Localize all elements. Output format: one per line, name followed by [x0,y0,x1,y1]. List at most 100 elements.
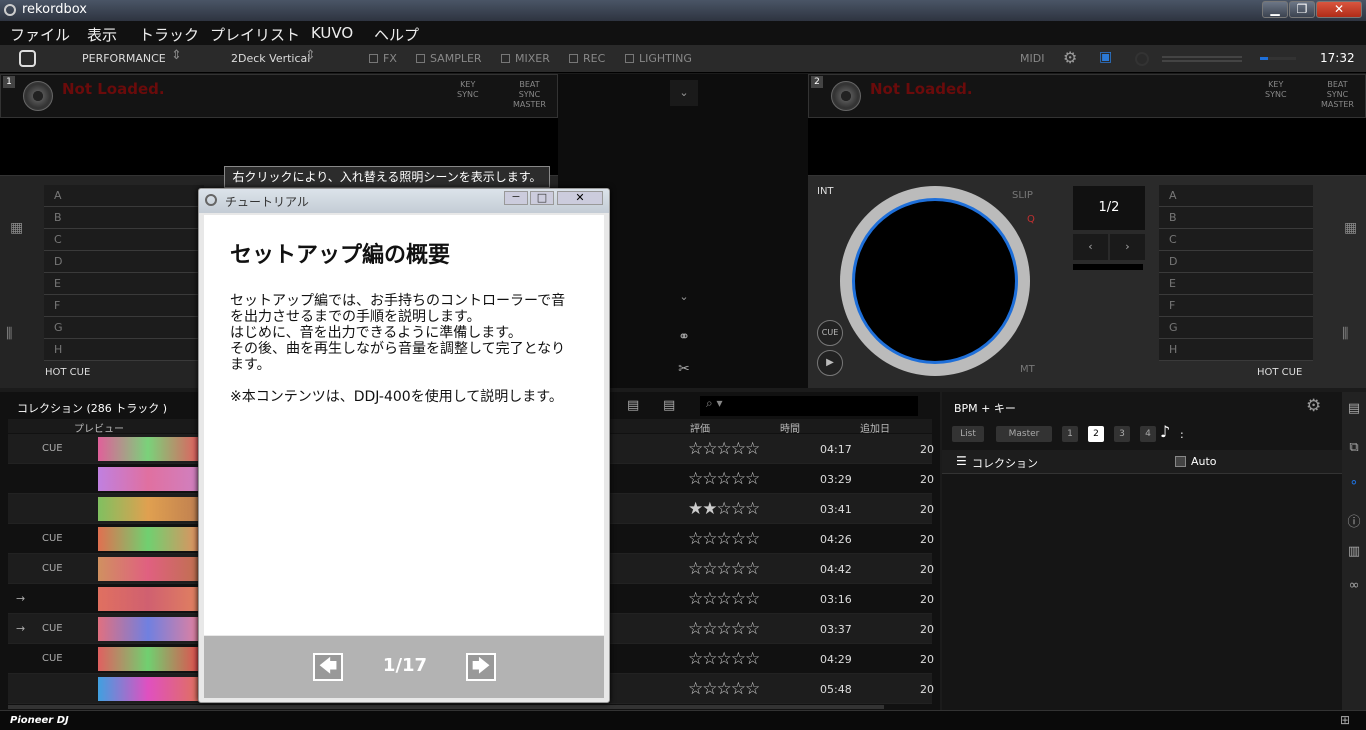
master-volume[interactable] [1260,57,1296,60]
prev-page-button[interactable]: 🡄 [313,653,343,681]
menu-help[interactable]: ヘルプ [374,24,419,45]
loop-double-button[interactable]: › [1110,234,1145,260]
deck1-beat-sync[interactable]: BEAT SYNC MASTER [513,80,546,110]
deck1-hot-cue-label[interactable]: HOT CUE [45,367,90,378]
master-button[interactable]: Master [996,426,1052,442]
rating-stars[interactable]: ☆☆☆☆☆ [688,559,760,579]
link-icon[interactable]: ∞ [1346,578,1362,593]
master-tempo-button[interactable]: MT [1020,364,1035,375]
deck-3-button[interactable]: 3 [1114,426,1130,442]
grid-icon[interactable]: ▦ [10,220,23,236]
expand-icon[interactable]: ⊞ [1340,713,1350,727]
mixer-checkbox[interactable] [501,54,510,63]
waveform-preview[interactable] [98,497,198,521]
grid-icon[interactable]: ▦ [1344,220,1357,236]
deck-1-button[interactable]: 1 [1062,426,1078,442]
menu-kuvo[interactable]: KUVO [311,24,353,42]
gear-icon[interactable]: ⚙ [1063,48,1077,67]
midi-button[interactable]: MIDI [1020,52,1044,65]
deck-4-button[interactable]: 4 [1140,426,1156,442]
view-icon[interactable]: ▤ [663,398,675,413]
hot-cue-pad[interactable]: C [44,229,204,251]
dialog-minimize-button[interactable]: − [504,191,528,205]
deck1-scroll-handle[interactable]: ⫼ [6,326,12,342]
dialog-maximize-button[interactable]: □ [530,191,554,205]
waveform-preview[interactable] [98,527,198,551]
menu-playlist[interactable]: プレイリスト [210,24,300,45]
hot-cue-pad[interactable]: B [1159,207,1313,229]
lighting-checkbox[interactable] [625,54,634,63]
rec-checkbox[interactable] [569,54,578,63]
hot-cue-pad[interactable]: F [44,295,204,317]
scissors-icon[interactable]: ✂ [670,356,698,382]
auto-checkbox[interactable] [1175,456,1186,467]
menu-track[interactable]: トラック [139,24,199,45]
waveform-preview[interactable] [98,437,198,461]
chevron-down-icon[interactable]: ⌄ [670,284,698,310]
hot-cue-pad[interactable]: A [44,185,204,207]
deck-2-button[interactable]: 2 [1088,426,1104,442]
rating-stars[interactable]: ☆☆☆☆☆ [688,589,760,609]
col-time[interactable]: 時間 [780,420,800,435]
monitor-icon[interactable]: ▣ [1099,49,1112,65]
sampler-checkbox[interactable] [416,54,425,63]
rating-stars[interactable]: ☆☆☆☆☆ [688,619,760,639]
tag-icon[interactable]: ⧉ [1346,440,1362,455]
columns-icon[interactable]: ▤ [627,398,639,413]
col-added[interactable]: 追加日 [860,420,890,435]
list-view-icon[interactable]: ▤ [1346,401,1362,416]
deck2-waveform[interactable] [808,118,1366,176]
rating-stars[interactable]: ☆☆☆☆☆ [688,439,760,459]
playlist-icon[interactable]: ▥ [1346,544,1362,559]
hot-cue-pad[interactable]: E [1159,273,1313,295]
minimize-button[interactable]: ▁ [1262,1,1288,18]
hot-cue-pad[interactable]: E [44,273,204,295]
maximize-button[interactable]: ❐ [1289,1,1315,18]
hot-cue-pad[interactable]: D [44,251,204,273]
next-page-button[interactable]: 🡆 [466,653,496,681]
deck2-key-sync[interactable]: KEY SYNC [1265,80,1287,100]
deck2-beat-sync[interactable]: BEAT SYNC MASTER [1321,80,1354,110]
hot-cue-pad[interactable]: B [44,207,204,229]
hot-cue-pad[interactable]: G [44,317,204,339]
rating-stars[interactable]: ☆☆☆☆☆ [688,679,760,699]
menu-file[interactable]: ファイル [10,24,70,45]
list-button[interactable]: List [952,426,984,442]
rating-stars[interactable]: ☆☆☆☆☆ [688,469,760,489]
hot-cue-pad[interactable]: A [1159,185,1313,207]
hot-cue-pad[interactable]: C [1159,229,1313,251]
chevron-down-icon[interactable]: ⌄ [670,80,698,106]
rating-stars[interactable]: ★★☆☆☆ [688,499,760,519]
search-input[interactable]: ⌕ ▾ [700,396,918,416]
play-button[interactable]: ▶ [817,350,843,376]
fx-checkbox[interactable] [369,54,378,63]
waveform-preview[interactable] [98,557,198,581]
deck2-hot-cue-label[interactable]: HOT CUE [1257,367,1302,378]
link-icon[interactable]: ⚭ [670,324,698,350]
hot-cue-pad[interactable]: F [1159,295,1313,317]
rating-stars[interactable]: ☆☆☆☆☆ [688,529,760,549]
col-rating[interactable]: 評価 [690,420,710,435]
horizontal-scrollbar[interactable] [8,705,884,709]
related-tracks-icon[interactable]: ⚬ [1346,476,1362,491]
deck1-key-sync[interactable]: KEY SYNC [457,80,479,100]
waveform-preview[interactable] [98,677,198,701]
rating-stars[interactable]: ☆☆☆☆☆ [688,649,760,669]
layout-select[interactable]: 2Deck Vertical [231,52,310,65]
hot-cue-pad[interactable]: D [1159,251,1313,273]
menu-view[interactable]: 表示 [87,24,117,45]
hot-cue-pad[interactable]: G [1159,317,1313,339]
hot-cue-pad[interactable]: H [1159,339,1313,361]
loop-length[interactable]: 1/2 [1073,186,1145,230]
quantize-button[interactable]: Q [1027,214,1035,225]
cue-button[interactable]: CUE [817,320,843,346]
slip-button[interactable]: SLIP [1012,190,1033,201]
int-label[interactable]: INT [817,186,834,197]
hot-cue-pad[interactable]: H [44,339,204,361]
menu-icon[interactable]: ☰ [956,454,967,468]
rekordbox-logo-icon[interactable] [19,50,36,67]
info-icon[interactable]: ⓘ [1346,511,1362,530]
dialog-close-button[interactable]: ✕ [557,191,603,205]
deck2-scroll-handle[interactable]: ⫼ [1342,326,1348,342]
dialog-titlebar[interactable]: チュートリアル − □ ✕ [199,189,609,213]
